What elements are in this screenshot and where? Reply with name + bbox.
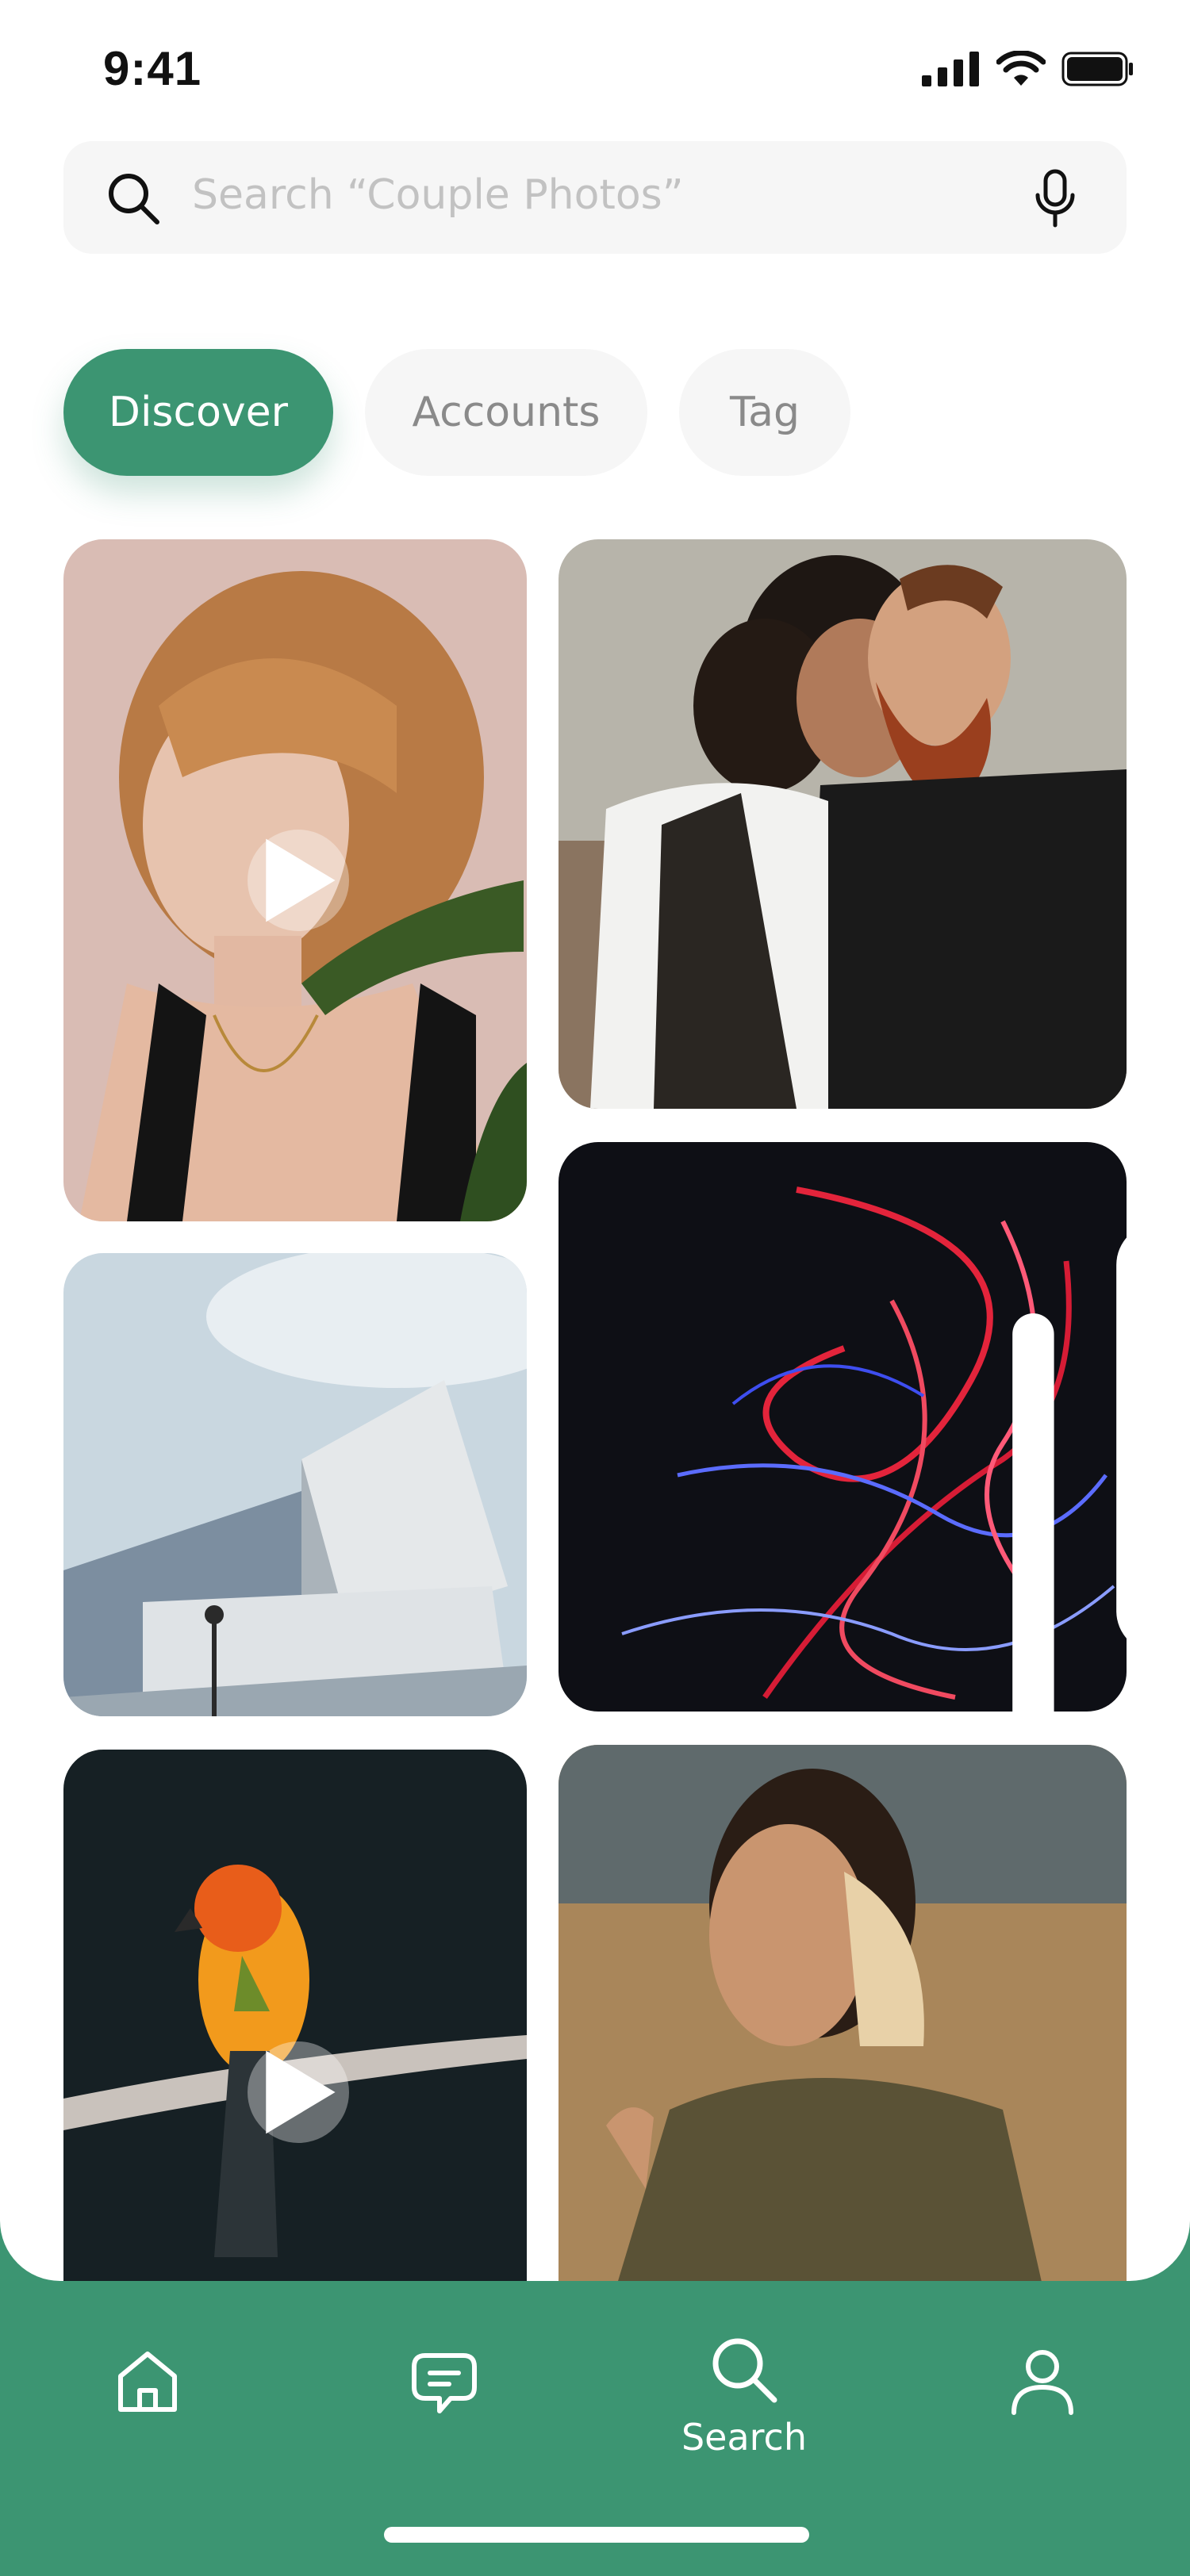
grid-item-building[interactable] bbox=[63, 1253, 527, 1716]
nav-item-home[interactable] bbox=[111, 2344, 184, 2417]
status-time: 9:41 bbox=[103, 42, 202, 95]
photo-woman-jacket bbox=[559, 1745, 1127, 2281]
photo-parrot bbox=[63, 1750, 527, 2281]
tab-tag[interactable]: Tag bbox=[679, 349, 850, 476]
home-indicator bbox=[384, 2527, 809, 2543]
grid-item-woman-jacket[interactable] bbox=[559, 1745, 1127, 2281]
grid-item-couple[interactable] bbox=[559, 539, 1127, 1109]
play-button[interactable] bbox=[248, 2041, 349, 2143]
nav-label-search: Search bbox=[681, 2416, 808, 2459]
nav-item-search[interactable]: Search bbox=[658, 2333, 830, 2459]
search-icon bbox=[712, 2338, 777, 2403]
play-icon bbox=[266, 2050, 336, 2134]
search-input[interactable]: Search “Couple Photos” bbox=[63, 141, 1127, 254]
status-icons bbox=[922, 51, 1134, 87]
carousel-icon bbox=[1012, 1237, 1127, 1712]
nav-item-profile[interactable] bbox=[1006, 2344, 1079, 2417]
profile-icon bbox=[1012, 2350, 1073, 2415]
play-button[interactable] bbox=[248, 830, 349, 931]
grid-item-parrot[interactable] bbox=[63, 1750, 527, 2281]
home-icon bbox=[118, 2352, 177, 2412]
tab-accounts[interactable]: Accounts bbox=[365, 349, 647, 476]
wifi-icon bbox=[996, 51, 1046, 86]
play-icon bbox=[266, 838, 336, 922]
grid-item-light-trails[interactable] bbox=[559, 1142, 1127, 1712]
photo-couple bbox=[559, 539, 1127, 1109]
search-icon bbox=[109, 174, 159, 224]
nav-item-messages[interactable] bbox=[408, 2344, 481, 2417]
microphone-icon[interactable] bbox=[1031, 168, 1079, 228]
grid-item-woman-portrait[interactable] bbox=[63, 539, 527, 1221]
search-placeholder: Search “Couple Photos” bbox=[192, 171, 684, 219]
tab-discover[interactable]: Discover bbox=[63, 349, 333, 476]
app-screen: 9:41 Search “Couple Photos” Discover Acc… bbox=[0, 0, 1190, 2281]
battery-icon bbox=[1061, 52, 1133, 86]
cellular-signal-icon bbox=[922, 52, 979, 86]
chat-icon bbox=[412, 2353, 477, 2413]
photo-building bbox=[63, 1253, 527, 1716]
